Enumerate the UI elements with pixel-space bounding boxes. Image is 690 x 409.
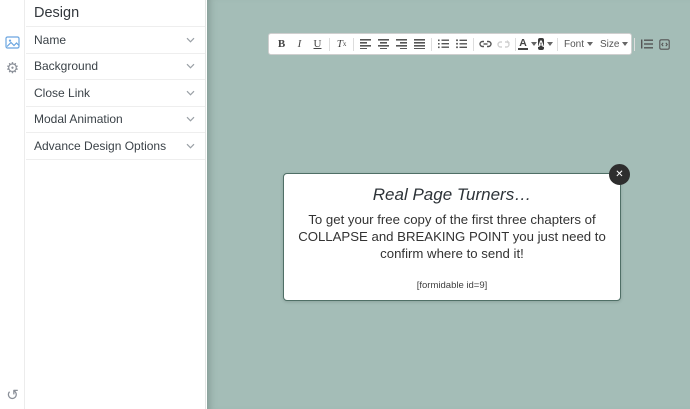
text-color-icon: A xyxy=(518,38,528,50)
caret-down-icon xyxy=(531,42,537,46)
line-height-button[interactable] xyxy=(638,35,655,53)
bold-button[interactable]: B xyxy=(273,35,290,53)
align-left-button[interactable] xyxy=(357,35,374,53)
toolbar-divider xyxy=(473,38,474,51)
history-icon[interactable]: ↺ xyxy=(0,383,25,407)
source-code-button[interactable] xyxy=(656,35,673,53)
chevron-down-icon xyxy=(186,143,195,149)
toolbar-divider xyxy=(515,38,516,51)
align-center-icon xyxy=(378,39,389,49)
remove-link-button[interactable] xyxy=(495,35,512,53)
background-color-button[interactable]: A xyxy=(537,35,554,53)
accordion-close-link[interactable]: Close Link xyxy=(26,80,205,107)
design-sidebar: Design Name Background Close Link Modal … xyxy=(26,0,206,409)
justify-button[interactable] xyxy=(411,35,428,53)
preview-canvas: B I U Tx A xyxy=(207,0,690,409)
font-dropdown-label: Font xyxy=(564,39,584,50)
close-x-icon: ✕ xyxy=(615,169,623,180)
settings-gear-icon[interactable]: ⚙ xyxy=(0,56,25,80)
caret-down-icon xyxy=(587,42,593,46)
background-color-icon: A xyxy=(538,38,545,50)
source-code-icon xyxy=(659,39,670,50)
richtext-toolbar: B I U Tx A xyxy=(268,33,632,55)
media-icon[interactable] xyxy=(0,30,25,54)
chevron-down-icon xyxy=(186,116,195,122)
justify-icon xyxy=(414,39,425,49)
line-height-icon xyxy=(641,39,653,49)
ordered-list-button[interactable] xyxy=(435,35,452,53)
modal-close-button[interactable]: ✕ xyxy=(609,164,630,185)
popup-modal-preview[interactable]: ✕ Real Page Turners… To get your free co… xyxy=(283,173,621,301)
toolbar-divider xyxy=(329,38,330,51)
italic-button[interactable]: I xyxy=(291,35,308,53)
chevron-down-icon xyxy=(186,90,195,96)
toolbar-divider xyxy=(353,38,354,51)
clear-formatting-button[interactable]: Tx xyxy=(333,35,350,53)
modal-title: Real Page Turners… xyxy=(284,185,620,205)
align-center-button[interactable] xyxy=(375,35,392,53)
ordered-list-icon xyxy=(438,39,449,49)
align-right-icon xyxy=(396,39,407,49)
caret-down-icon xyxy=(547,42,553,46)
size-dropdown-label: Size xyxy=(600,39,619,50)
toolbar-divider xyxy=(431,38,432,51)
modal-body-text: To get your free copy of the first three… xyxy=(293,212,611,263)
accordion-background-label: Background xyxy=(34,59,98,73)
caret-down-icon xyxy=(622,42,628,46)
accordion-background[interactable]: Background xyxy=(26,54,205,81)
left-icon-strip: ⚙ ↺ xyxy=(0,0,25,409)
link-icon xyxy=(479,40,492,48)
accordion-close-link-label: Close Link xyxy=(34,86,90,100)
accordion-modal-animation[interactable]: Modal Animation xyxy=(26,107,205,134)
insert-link-button[interactable] xyxy=(477,35,494,53)
accordion-name[interactable]: Name xyxy=(26,27,205,54)
text-color-button[interactable]: A xyxy=(519,35,536,53)
accordion-advance-design-options-label: Advance Design Options xyxy=(34,139,166,153)
unlink-icon xyxy=(497,40,510,49)
chevron-down-icon xyxy=(186,63,195,69)
toolbar-divider xyxy=(557,38,558,51)
align-left-icon xyxy=(360,39,371,49)
font-size-dropdown[interactable]: Size xyxy=(597,35,631,53)
accordion-modal-animation-label: Modal Animation xyxy=(34,112,123,126)
modal-shortcode-text: [formidable id=9] xyxy=(284,280,620,291)
underline-button[interactable]: U xyxy=(309,35,326,53)
unordered-list-icon xyxy=(456,39,467,49)
sidebar-title: Design xyxy=(26,0,205,27)
chevron-down-icon xyxy=(186,37,195,43)
accordion-name-label: Name xyxy=(34,33,66,47)
unordered-list-button[interactable] xyxy=(453,35,470,53)
align-right-button[interactable] xyxy=(393,35,410,53)
accordion-advance-design-options[interactable]: Advance Design Options xyxy=(26,133,205,160)
font-family-dropdown[interactable]: Font xyxy=(561,35,596,53)
toolbar-divider xyxy=(634,38,635,51)
